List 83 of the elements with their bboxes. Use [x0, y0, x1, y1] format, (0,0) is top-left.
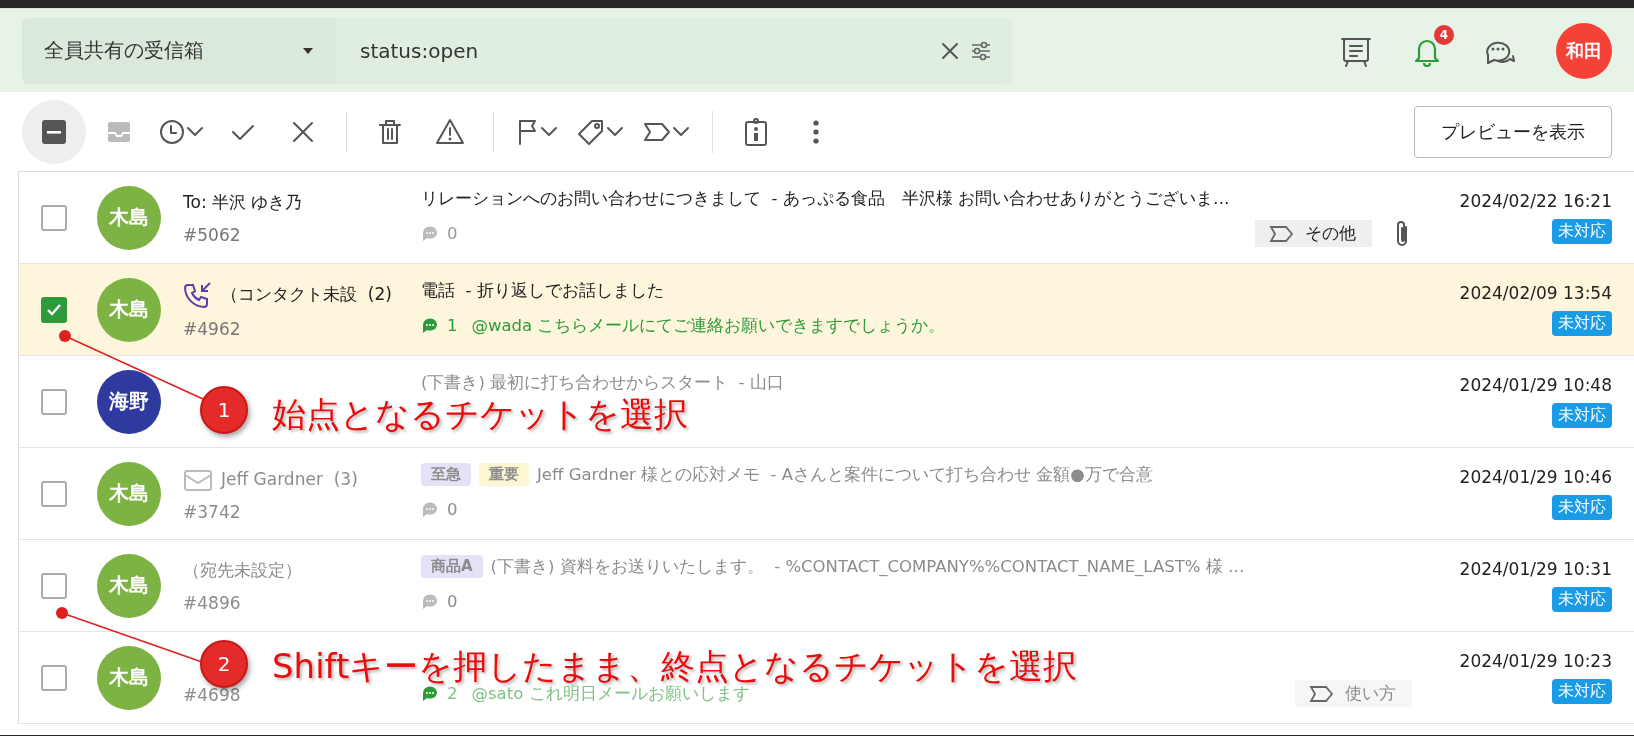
comment-count: 2 — [447, 684, 458, 703]
close-icon — [291, 119, 315, 144]
step-number-marker: 2 — [200, 640, 248, 688]
ticket-date: 2024/02/09 13:54 — [1459, 283, 1612, 303]
label-tag-text: その他 — [1305, 222, 1356, 245]
ticket-date: 2024/01/29 10:46 — [1459, 467, 1612, 487]
contact-name: Jeff Gardner (3) — [221, 468, 358, 489]
contact-name: （コンタクト未設 (2) — [221, 283, 392, 306]
status-badge: 未対応 — [1552, 587, 1612, 612]
inbox-dropdown[interactable]: 全員共有の受信箱 — [22, 17, 336, 84]
status-badge: 未対応 — [1552, 679, 1612, 704]
search-field[interactable]: status:open — [336, 17, 1012, 84]
tag: 重要 — [479, 463, 529, 486]
clock-icon — [158, 117, 186, 146]
checkbox[interactable] — [41, 480, 67, 507]
speech-bubble-icon — [421, 316, 439, 335]
more-icon — [812, 118, 820, 145]
ticket-date: 2024/01/29 10:31 — [1459, 559, 1612, 579]
user-avatar[interactable]: 和田 — [1556, 22, 1612, 79]
ticket-date: 2024/01/29 10:48 — [1459, 375, 1612, 395]
comment-count: 0 — [447, 224, 458, 243]
warning-icon — [435, 117, 465, 146]
ticket-subject: (下書き) 資料をお送りいたします。 - %CONTACT_COMPANY%%CONTACT_NAME_LAST% 様 … — [490, 555, 1245, 578]
caret-icon — [540, 126, 558, 137]
comment-count: 1 — [447, 316, 458, 335]
ticket-subject: Jeff Gardner 様との応対メモ - Aさんと案件について打ち合わせ 金額●万で合意 — [537, 463, 1153, 486]
status-badge: 未対応 — [1552, 219, 1612, 244]
assignee-avatar: 木島 — [97, 553, 161, 618]
close-icon[interactable] — [940, 40, 960, 61]
phone-incoming-icon — [183, 280, 213, 309]
comment-count: 0 — [447, 500, 458, 519]
id-badge-icon — [744, 116, 768, 147]
preview-button[interactable]: プレビューを表示 — [1414, 105, 1612, 158]
trash-icon — [377, 117, 403, 146]
assignee-avatar: 木島 — [97, 461, 161, 526]
checkbox[interactable] — [41, 296, 67, 323]
contact-name: To: 半沢 ゆき乃 — [183, 191, 303, 214]
ticket-date: 2024/01/29 10:23 — [1459, 651, 1612, 671]
caret-icon — [672, 126, 690, 137]
speech-bubble-icon — [421, 684, 439, 703]
ticket-subject: リレーションへのお問い合わせにつきまして - あっぷる食品 半沢様 お問い合わせありがとうございま… — [421, 187, 1230, 210]
tag: 商品A — [421, 555, 483, 578]
comment-text: @wada こちらメールにてご連絡お願いできますでしょうか。 — [471, 314, 946, 337]
label-tag-text: 使い方 — [1345, 682, 1396, 705]
ticket-date: 2024/02/22 16:21 — [1459, 191, 1612, 211]
ticket-number: #3742 — [183, 501, 242, 522]
ticket-number: #4962 — [183, 318, 242, 339]
status-badge: 未対応 — [1552, 311, 1612, 336]
speech-bubble-icon — [421, 592, 439, 611]
comment-text: @sato これ明日メールお願いします — [471, 683, 750, 705]
ticket-number: #4896 — [183, 592, 242, 613]
checkbox[interactable] — [41, 388, 67, 415]
annotation-text: Shiftキーを押したまま、終点となるチケットを選択 — [272, 645, 1078, 686]
caret-icon — [302, 46, 314, 55]
caret-icon — [606, 126, 624, 137]
step-number-marker: 1 — [200, 386, 248, 434]
contact-name: （宛先未設定） — [183, 559, 302, 582]
speech-bubble-icon — [421, 224, 439, 243]
label-icon — [1269, 223, 1295, 244]
ticket-subject: (下書き) 最初に打ち合わせからスタート - 山口 — [421, 371, 784, 394]
ticket-row[interactable]: 木島 Jeff Gardner (3) #3742 至急 重要 Jeff Gardner 様との応対メモ - Aさんと案件について打ち合わせ 金額●万で合意 0 2024/01/29 10:46 未対応 — [19, 448, 1634, 540]
sliders-icon[interactable] — [970, 39, 992, 62]
ticket-number: #5062 — [183, 224, 242, 245]
assignee-avatar: 木島 — [97, 185, 161, 250]
minus-checkbox-icon — [41, 118, 67, 145]
ticket-subject: 電話 - 折り返しでお話しました — [421, 279, 664, 302]
comment-count: 0 — [447, 592, 458, 611]
checkbox[interactable] — [41, 572, 67, 599]
tag: 至急 — [421, 463, 471, 486]
ticket-row[interactable]: 木島 （宛先未設定） #4896 商品A (下書き) 資料をお送りいたします。 - %CONTACT_COMPANY%%CONTACT_NAME_LAST% 様 … 0 2024/01/29 10:31 未対応 — [19, 540, 1634, 632]
ticket-row[interactable]: 木島 （コンタクト未設 (2) #4962 電話 - 折り返しでお話しました 1 @wada こちらメールにてご連絡お願いできますでしょうか。 2024/02/09 13:54 未対応 — [19, 264, 1634, 356]
status-badge: 未対応 — [1552, 495, 1612, 520]
assignee-avatar: 海野 — [97, 369, 161, 434]
caret-icon — [186, 126, 204, 137]
status-badge: 未対応 — [1552, 403, 1612, 428]
notification-count-badge: 4 — [1434, 24, 1454, 45]
checkbox[interactable] — [41, 204, 67, 231]
label-icon — [1309, 683, 1335, 704]
speech-bubble-icon — [421, 500, 439, 519]
assignee-avatar: 木島 — [97, 645, 161, 710]
annotation-text: 始点となるチケットを選択 — [272, 393, 688, 436]
checkbox[interactable] — [41, 664, 67, 691]
assignee-avatar: 木島 — [97, 277, 161, 342]
